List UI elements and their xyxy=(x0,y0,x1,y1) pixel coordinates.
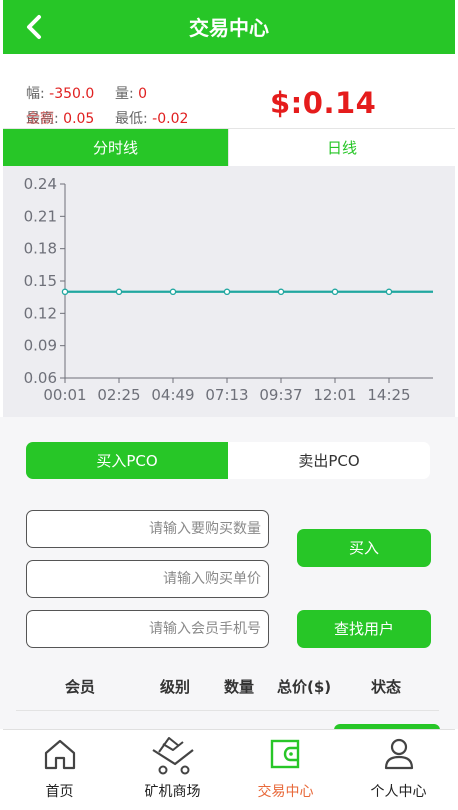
volume-label: 量: xyxy=(115,86,134,102)
price-data-point xyxy=(61,288,69,296)
page-title: 交易中心 xyxy=(189,16,269,40)
tabbar-label-home: 首页 xyxy=(45,784,74,800)
column-header-member: 会员 xyxy=(65,678,96,696)
price-chart: 0.24 0.21 0.18 0.15 0.12 0.09 0.06 00:01 02:25 04… xyxy=(3,166,455,417)
user-icon xyxy=(384,738,413,770)
table-divider xyxy=(16,710,439,711)
price-data-point xyxy=(169,288,177,296)
tabbar-label-mining-shop: 矿机商场 xyxy=(144,784,201,800)
change-stat: 幅: -350.0 xyxy=(26,83,94,103)
member-phone-input[interactable] xyxy=(26,610,269,648)
price-chart-svg: 0.24 0.21 0.18 0.15 0.12 0.09 0.0600:01 02:25 04… xyxy=(24,175,433,404)
tab-sell-pco[interactable]: 卖出PCO xyxy=(228,442,430,479)
tabbar-label-profile: 个人中心 xyxy=(370,784,427,800)
x-tick-label: 02:25 xyxy=(97,386,140,404)
column-header-status: 状态 xyxy=(371,678,402,696)
change-value: -350.0 xyxy=(49,86,95,102)
bottom-tab-bar: 首页 矿机商场 交易中心 个人中心 xyxy=(3,729,455,808)
y-tick-label: 0.18 xyxy=(24,240,57,258)
tabbar-item-home[interactable]: 首页 xyxy=(3,730,116,809)
volume-value: 0 xyxy=(138,86,148,102)
price-data-point xyxy=(115,288,123,296)
tab-buy-pco[interactable]: 买入PCO xyxy=(26,442,228,479)
x-tick-label: 09:37 xyxy=(259,386,302,404)
column-header-quantity: 数量 xyxy=(224,678,255,696)
search-user-button[interactable]: 查找用户 xyxy=(297,610,431,648)
chart-tabs: 分时线 日线 xyxy=(3,128,455,166)
low-value: -0.02 xyxy=(152,111,189,127)
tab-daily-line[interactable]: 日线 xyxy=(228,129,455,166)
change-label: 幅: xyxy=(26,86,45,102)
x-tick-label: 12:01 xyxy=(313,386,356,404)
quantity-input[interactable] xyxy=(26,510,269,548)
mining-cart-icon xyxy=(151,737,194,775)
x-tick-label: 04:49 xyxy=(151,386,194,404)
y-tick-label: 0.09 xyxy=(24,337,57,355)
price-data-point xyxy=(331,288,339,296)
trading-center-page: 交易中心 幅: -350.0 量: 0 最高: 0.05 金额 最低: -0.0… xyxy=(0,0,458,810)
price-data-point xyxy=(223,288,231,296)
x-tick-label: 00:01 xyxy=(43,386,86,404)
buy-sell-toggle: 买入PCO 卖出PCO xyxy=(26,442,430,479)
column-header-level: 级别 xyxy=(160,678,191,696)
tabbar-item-trading-center[interactable]: 交易中心 xyxy=(229,730,342,809)
y-tick-label: 0.24 xyxy=(24,175,57,193)
home-icon xyxy=(44,739,75,770)
price-data-point xyxy=(277,288,285,296)
high-value: 0.05 xyxy=(63,111,95,127)
tab-minute-line[interactable]: 分时线 xyxy=(3,129,228,166)
x-tick-label: 14:25 xyxy=(367,386,410,404)
column-header-total-price: 总价($) xyxy=(277,678,332,696)
amount-overlap-label: 金额 xyxy=(26,111,54,127)
low-stat: 最低: -0.02 xyxy=(115,108,188,128)
low-label: 最低: xyxy=(115,111,148,127)
tabbar-item-profile[interactable]: 个人中心 xyxy=(342,730,455,809)
x-tick-label: 07:13 xyxy=(205,386,248,404)
price-data-point xyxy=(385,288,393,296)
buy-button[interactable]: 买入 xyxy=(297,529,431,567)
y-tick-label: 0.12 xyxy=(24,304,57,322)
y-tick-label: 0.15 xyxy=(24,272,57,290)
tabbar-label-trading-center: 交易中心 xyxy=(257,784,314,800)
current-price: $:0.14 xyxy=(270,86,377,120)
top-bar: 交易中心 xyxy=(3,0,455,54)
tabbar-item-mining-shop[interactable]: 矿机商场 xyxy=(116,730,229,809)
volume-stat: 量: 0 xyxy=(115,83,147,103)
y-tick-label: 0.21 xyxy=(24,207,57,225)
wallet-icon xyxy=(270,739,299,769)
y-tick-label: 0.06 xyxy=(24,369,57,387)
unit-price-input[interactable] xyxy=(26,560,269,598)
